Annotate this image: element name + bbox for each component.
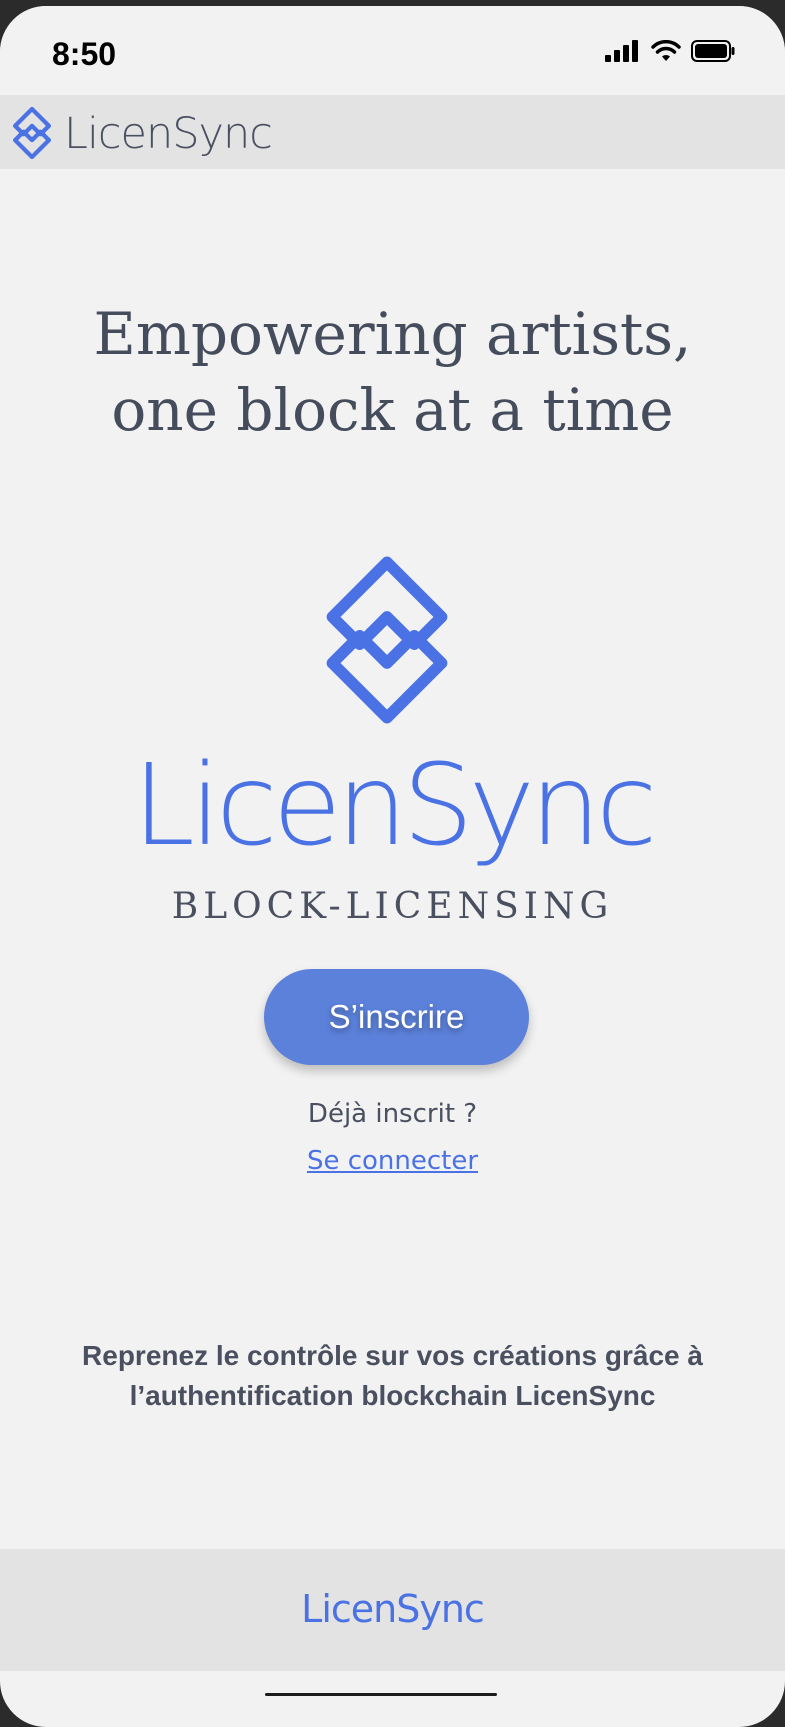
footer-brand[interactable]: LicenSync <box>0 1587 785 1631</box>
signup-button[interactable]: S’inscrire <box>264 969 529 1065</box>
headline-line-1: Empowering artists, <box>93 300 692 368</box>
licensync-logo-icon[interactable] <box>12 107 52 159</box>
app-header: LicenSync <box>0 95 785 169</box>
headline-line-2: one block at a time <box>111 376 674 444</box>
status-icons <box>605 40 735 62</box>
status-time: 8:50 <box>52 36 117 72</box>
page-headline: Empowering artists, one block at a time <box>0 296 785 448</box>
hero-brand: LicenSync <box>132 741 658 871</box>
tagline: BLOCK-LICENSING <box>171 886 614 927</box>
login-link[interactable]: Se connecter <box>307 1146 478 1176</box>
phone-screen: 8:50 LicenSync Empowering artists, one b… <box>0 6 785 1727</box>
header-brand[interactable]: LicenSync <box>64 109 273 159</box>
login-link-row: Se connecter <box>0 1146 785 1176</box>
home-indicator[interactable] <box>265 1693 497 1696</box>
value-proposition: Reprenez le contrôle sur vos créations g… <box>82 1340 703 1411</box>
already-registered-text: Déjà inscrit ? <box>307 1099 478 1129</box>
cellular-signal-icon <box>605 40 638 62</box>
wifi-icon <box>651 40 681 61</box>
battery-icon <box>691 40 735 62</box>
licensync-logo-icon <box>326 556 448 724</box>
status-bar: 8:50 <box>0 6 785 96</box>
footer: LicenSync <box>0 1549 785 1671</box>
